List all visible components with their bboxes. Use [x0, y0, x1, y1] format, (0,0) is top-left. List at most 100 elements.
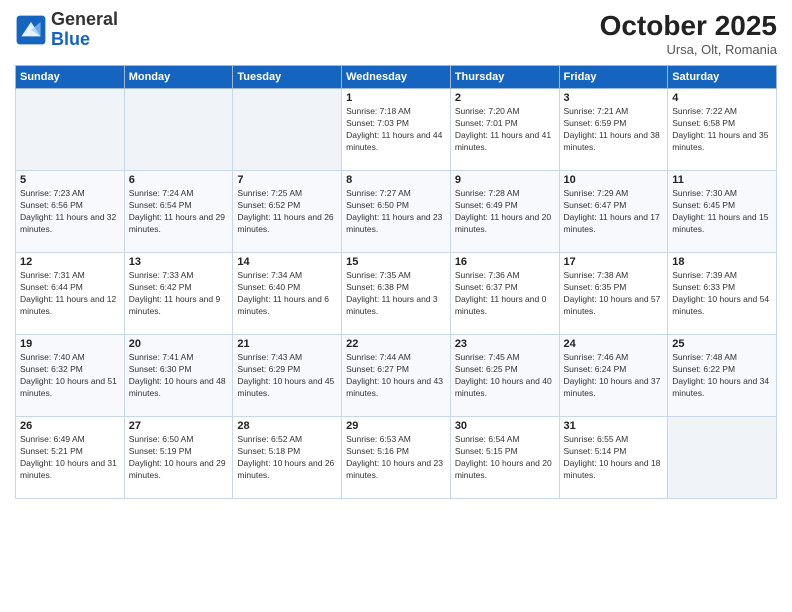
day-cell-2-4: 16Sunrise: 7:36 AMSunset: 6:37 PMDayligh… [450, 253, 559, 335]
day-info: Sunrise: 6:54 AMSunset: 5:15 PMDaylight:… [455, 434, 555, 482]
day-number: 15 [346, 256, 446, 268]
day-cell-0-4: 2 Sunrise: 7:20 AMSunset: 7:01 PMDaylight… [450, 89, 559, 171]
logo-general: General [51, 9, 118, 29]
day-number: 8 [346, 174, 446, 186]
day-number: 2 [455, 92, 555, 104]
day-number: 24 [564, 338, 664, 350]
week-row-3: 19 Sunrise: 7:40 AMSunset: 6:32 PMDayligh… [16, 335, 777, 417]
day-info: Sunrise: 7:25 AMSunset: 6:52 PMDaylight:… [237, 188, 337, 236]
day-info: Sunrise: 6:52 AMSunset: 5:18 PMDaylight:… [237, 434, 337, 482]
day-cell-0-2 [233, 89, 342, 171]
day-cell-3-5: 24Sunrise: 7:46 AMSunset: 6:24 PMDayligh… [559, 335, 668, 417]
day-info: Sunrise: 7:31 AMSunset: 6:44 PMDaylight:… [20, 270, 120, 318]
day-cell-2-1: 13Sunrise: 7:33 AMSunset: 6:42 PMDayligh… [124, 253, 233, 335]
day-info: Sunrise: 7:39 AMSunset: 6:33 PMDaylight:… [672, 270, 772, 318]
day-info: Sunrise: 6:53 AMSunset: 5:16 PMDaylight:… [346, 434, 446, 482]
day-cell-1-5: 10 Sunrise: 7:29 AMSunset: 6:47 PMDayligh… [559, 171, 668, 253]
day-info: Sunrise: 7:23 AMSunset: 6:56 PMDaylight:… [20, 188, 120, 236]
day-cell-1-2: 7 Sunrise: 7:25 AMSunset: 6:52 PMDaylight… [233, 171, 342, 253]
day-info: Sunrise: 7:18 AMSunset: 7:03 PMDaylight:… [346, 106, 446, 154]
day-number: 27 [129, 420, 229, 432]
day-info: Sunrise: 7:35 AMSunset: 6:38 PMDaylight:… [346, 270, 446, 318]
day-number: 28 [237, 420, 337, 432]
day-number: 23 [455, 338, 555, 350]
header-saturday: Saturday [668, 66, 777, 89]
day-cell-1-1: 6Sunrise: 7:24 AMSunset: 6:54 PMDaylight… [124, 171, 233, 253]
day-cell-3-1: 20 Sunrise: 7:41 AMSunset: 6:30 PMDayligh… [124, 335, 233, 417]
day-number: 9 [455, 174, 555, 186]
day-cell-1-4: 9 Sunrise: 7:28 AMSunset: 6:49 PMDaylight… [450, 171, 559, 253]
week-row-2: 12Sunrise: 7:31 AMSunset: 6:44 PMDayligh… [16, 253, 777, 335]
day-cell-1-0: 5 Sunrise: 7:23 AMSunset: 6:56 PMDaylight… [16, 171, 125, 253]
week-row-1: 5 Sunrise: 7:23 AMSunset: 6:56 PMDaylight… [16, 171, 777, 253]
day-info: Sunrise: 7:38 AMSunset: 6:35 PMDaylight:… [564, 270, 664, 318]
day-cell-3-0: 19 Sunrise: 7:40 AMSunset: 6:32 PMDayligh… [16, 335, 125, 417]
day-number: 29 [346, 420, 446, 432]
weekday-header-row: Sunday Monday Tuesday Wednesday Thursday… [16, 66, 777, 89]
month-title: October 2025 [600, 10, 777, 42]
day-info: Sunrise: 7:21 AMSunset: 6:59 PMDaylight:… [564, 106, 664, 154]
day-info: Sunrise: 6:55 AMSunset: 5:14 PMDaylight:… [564, 434, 664, 482]
day-number: 10 [564, 174, 664, 186]
header: General Blue October 2025 Ursa, Olt, Rom… [15, 10, 777, 57]
day-info: Sunrise: 6:49 AMSunset: 5:21 PMDaylight:… [20, 434, 120, 482]
day-info: Sunrise: 7:45 AMSunset: 6:25 PMDaylight:… [455, 352, 555, 400]
day-info: Sunrise: 7:40 AMSunset: 6:32 PMDaylight:… [20, 352, 120, 400]
day-cell-2-5: 17Sunrise: 7:38 AMSunset: 6:35 PMDayligh… [559, 253, 668, 335]
day-info: Sunrise: 7:22 AMSunset: 6:58 PMDaylight:… [672, 106, 772, 154]
day-cell-4-6 [668, 417, 777, 499]
day-number: 13 [129, 256, 229, 268]
day-info: Sunrise: 7:29 AMSunset: 6:47 PMDaylight:… [564, 188, 664, 236]
day-cell-0-5: 3 Sunrise: 7:21 AMSunset: 6:59 PMDaylight… [559, 89, 668, 171]
day-number: 22 [346, 338, 446, 350]
day-info: Sunrise: 7:43 AMSunset: 6:29 PMDaylight:… [237, 352, 337, 400]
day-number: 11 [672, 174, 772, 186]
location: Ursa, Olt, Romania [600, 42, 777, 57]
day-number: 21 [237, 338, 337, 350]
header-sunday: Sunday [16, 66, 125, 89]
page: General Blue October 2025 Ursa, Olt, Rom… [0, 0, 792, 612]
day-cell-4-5: 31Sunrise: 6:55 AMSunset: 5:14 PMDayligh… [559, 417, 668, 499]
day-number: 25 [672, 338, 772, 350]
logo-icon [15, 14, 47, 46]
day-info: Sunrise: 6:50 AMSunset: 5:19 PMDaylight:… [129, 434, 229, 482]
day-info: Sunrise: 7:30 AMSunset: 6:45 PMDaylight:… [672, 188, 772, 236]
header-thursday: Thursday [450, 66, 559, 89]
day-cell-2-0: 12Sunrise: 7:31 AMSunset: 6:44 PMDayligh… [16, 253, 125, 335]
day-cell-2-6: 18Sunrise: 7:39 AMSunset: 6:33 PMDayligh… [668, 253, 777, 335]
day-info: Sunrise: 7:28 AMSunset: 6:49 PMDaylight:… [455, 188, 555, 236]
calendar: Sunday Monday Tuesday Wednesday Thursday… [15, 65, 777, 499]
week-row-0: 1 Sunrise: 7:18 AMSunset: 7:03 PMDaylight… [16, 89, 777, 171]
day-number: 20 [129, 338, 229, 350]
day-number: 19 [20, 338, 120, 350]
day-number: 30 [455, 420, 555, 432]
day-cell-0-3: 1 Sunrise: 7:18 AMSunset: 7:03 PMDaylight… [342, 89, 451, 171]
day-number: 3 [564, 92, 664, 104]
day-info: Sunrise: 7:20 AMSunset: 7:01 PMDaylight:… [455, 106, 555, 154]
day-cell-0-1 [124, 89, 233, 171]
day-cell-4-2: 28 Sunrise: 6:52 AMSunset: 5:18 PMDayligh… [233, 417, 342, 499]
day-cell-4-3: 29 Sunrise: 6:53 AMSunset: 5:16 PMDayligh… [342, 417, 451, 499]
day-cell-2-2: 14Sunrise: 7:34 AMSunset: 6:40 PMDayligh… [233, 253, 342, 335]
day-info: Sunrise: 7:44 AMSunset: 6:27 PMDaylight:… [346, 352, 446, 400]
day-number: 7 [237, 174, 337, 186]
day-number: 16 [455, 256, 555, 268]
day-cell-3-4: 23 Sunrise: 7:45 AMSunset: 6:25 PMDayligh… [450, 335, 559, 417]
header-monday: Monday [124, 66, 233, 89]
day-number: 4 [672, 92, 772, 104]
logo-blue: Blue [51, 29, 90, 49]
header-wednesday: Wednesday [342, 66, 451, 89]
day-number: 1 [346, 92, 446, 104]
day-cell-1-3: 8 Sunrise: 7:27 AMSunset: 6:50 PMDaylight… [342, 171, 451, 253]
day-info: Sunrise: 7:41 AMSunset: 6:30 PMDaylight:… [129, 352, 229, 400]
day-cell-2-3: 15 Sunrise: 7:35 AMSunset: 6:38 PMDayligh… [342, 253, 451, 335]
day-number: 26 [20, 420, 120, 432]
day-cell-0-0 [16, 89, 125, 171]
header-tuesday: Tuesday [233, 66, 342, 89]
day-number: 5 [20, 174, 120, 186]
logo: General Blue [15, 10, 118, 50]
logo-text: General Blue [51, 10, 118, 50]
day-cell-4-1: 27 Sunrise: 6:50 AMSunset: 5:19 PMDayligh… [124, 417, 233, 499]
day-cell-4-4: 30 Sunrise: 6:54 AMSunset: 5:15 PMDayligh… [450, 417, 559, 499]
day-info: Sunrise: 7:27 AMSunset: 6:50 PMDaylight:… [346, 188, 446, 236]
